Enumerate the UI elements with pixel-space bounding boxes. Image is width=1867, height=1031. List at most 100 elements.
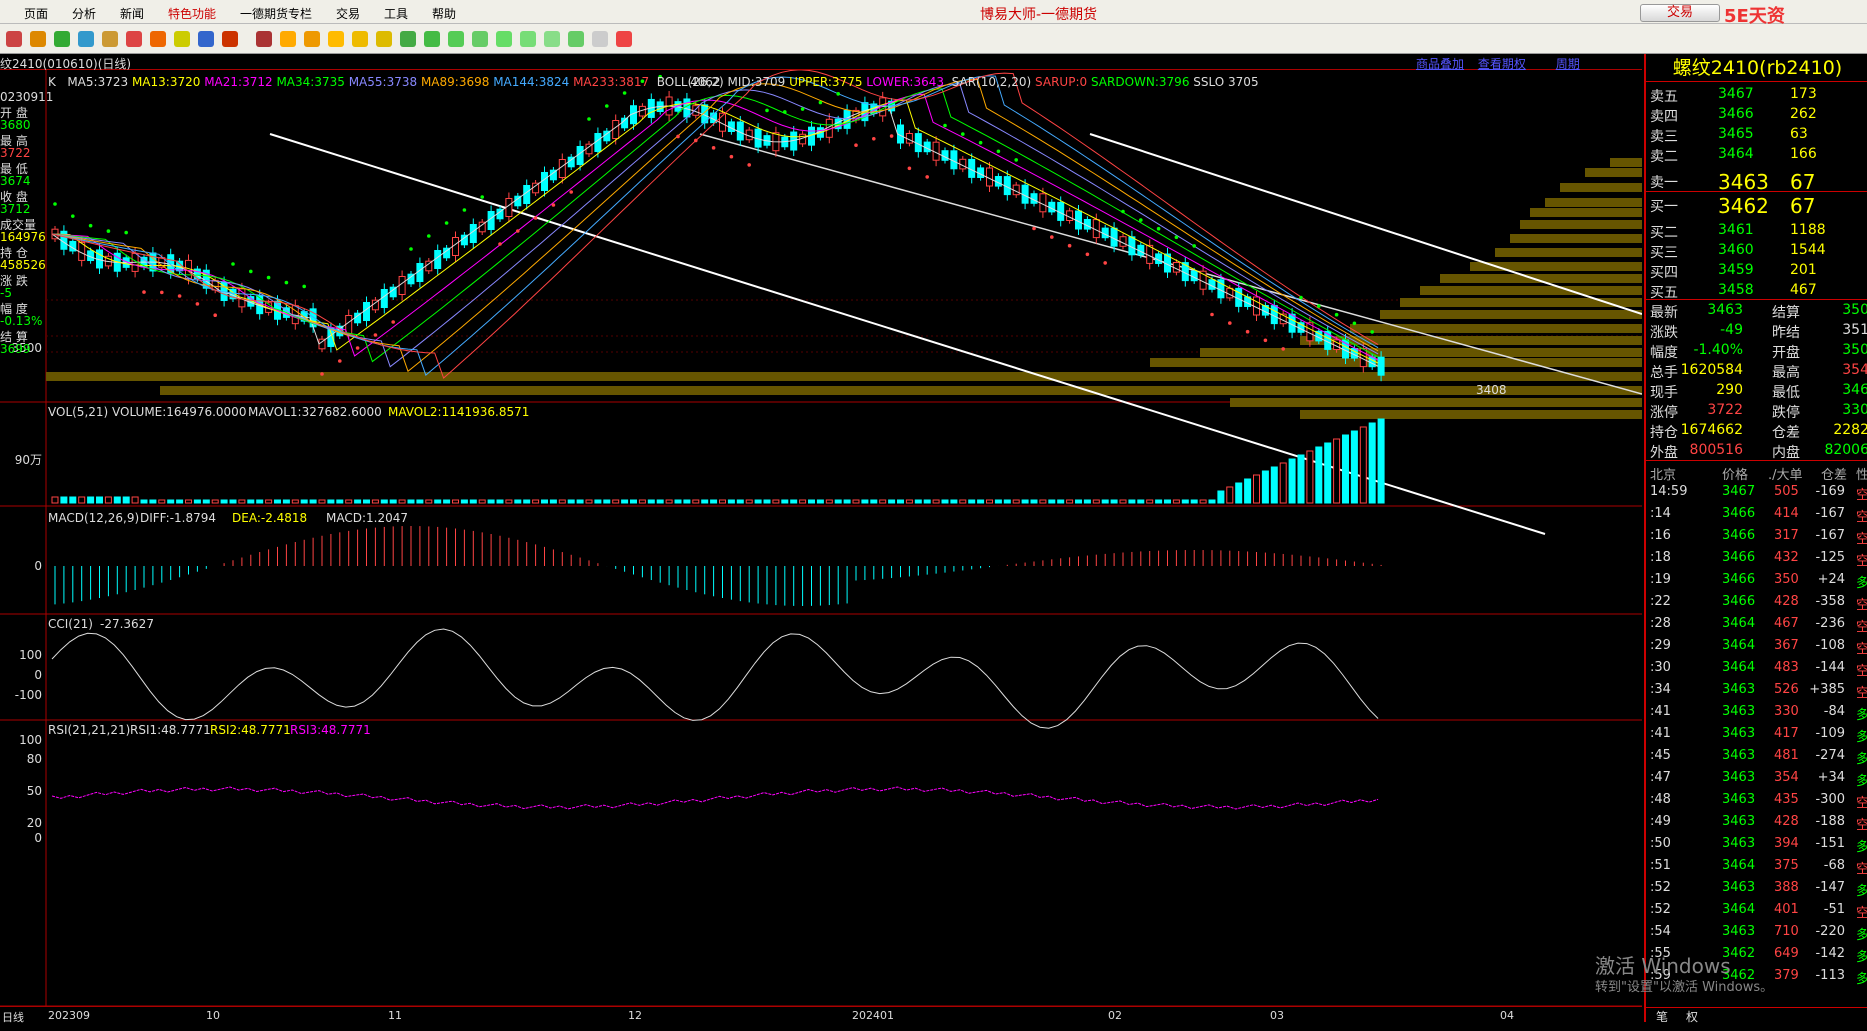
top-links: 商品叠加 查看期权 周期 <box>1416 55 1580 72</box>
menu-item-3[interactable]: 特色功能 <box>168 5 216 22</box>
tick-volume: 317 <box>1774 528 1799 543</box>
volume-bar <box>460 499 468 504</box>
tick-volume: 417 <box>1774 726 1799 741</box>
sar-dot <box>747 163 751 167</box>
toolbar-icon-22[interactable] <box>544 31 560 47</box>
toolbar-icon-9[interactable] <box>222 31 238 47</box>
sar-dot <box>943 123 947 128</box>
stat-label: 昨结 <box>1772 325 1800 341</box>
candle-body <box>487 211 495 230</box>
bid-volume: 67 <box>1790 194 1816 218</box>
toolbar-icon-23[interactable] <box>568 31 584 47</box>
sar-dot <box>605 104 609 108</box>
toolbar-icon-7[interactable] <box>174 31 190 47</box>
toolbar-icon-15[interactable] <box>376 31 392 47</box>
toolbar-icon-18[interactable] <box>448 31 464 47</box>
toolbar-icon-21[interactable] <box>520 31 536 47</box>
sar-dot <box>1156 226 1161 231</box>
toolbar-icon-13[interactable] <box>328 31 344 47</box>
sar-dot <box>925 175 929 179</box>
volume-bar <box>1039 499 1047 504</box>
sar-dot <box>302 284 307 289</box>
sar-dot <box>1281 347 1285 351</box>
ask-price: 3464 <box>1718 146 1754 162</box>
date-label: 03 <box>1270 1009 1284 1022</box>
menu-item-7[interactable]: 帮助 <box>432 5 456 22</box>
link-period[interactable]: 周期 <box>1556 57 1580 71</box>
stat-label: 外盘 <box>1650 445 1678 461</box>
toolbar-icon-24[interactable] <box>592 31 608 47</box>
tab-rights[interactable]: 权 <box>1686 1008 1698 1025</box>
volume-bar <box>1048 499 1056 504</box>
tab-trades[interactable]: 笔 <box>1656 1008 1668 1025</box>
tick-row: :30 3464 483 -144 空 <box>1646 658 1867 679</box>
menu-item-2[interactable]: 新闻 <box>120 5 144 22</box>
sar-dot <box>1299 295 1303 300</box>
candle-body <box>1377 356 1385 376</box>
bid-volume: 1544 <box>1790 242 1826 258</box>
toolbar-icon-1[interactable] <box>30 31 46 47</box>
volume-profile-bar <box>1200 348 1642 357</box>
stat-label: 结算 <box>1772 305 1800 321</box>
volume-bar <box>398 499 406 504</box>
toolbar-icon-3[interactable] <box>78 31 94 47</box>
volume-profile-bar <box>46 372 1642 381</box>
tick-price: 3464 <box>1722 638 1756 653</box>
link-overlay[interactable]: 商品叠加 <box>1416 57 1464 71</box>
tick-time: :28 <box>1650 616 1671 631</box>
toolbar-icon-5[interactable] <box>126 31 142 47</box>
toolbar-icon-25[interactable] <box>616 31 632 47</box>
volume-bar <box>1021 499 1029 504</box>
tick-price: 3463 <box>1722 726 1756 741</box>
toolbar-icon-19[interactable] <box>472 31 488 47</box>
vol-label: VOL(5,21) <box>48 405 108 419</box>
toolbar-icon-0[interactable] <box>6 31 22 47</box>
volume-bar <box>1226 486 1234 504</box>
volume-bar <box>131 496 139 504</box>
bid-row: 买一 3462 67 <box>1646 194 1867 218</box>
sar-dot <box>533 216 538 220</box>
toolbar-icon-8[interactable] <box>198 31 214 47</box>
volume-bar <box>1306 450 1314 504</box>
bid-row: 买四 3459 201 <box>1646 260 1867 281</box>
toolbar-icon-14[interactable] <box>352 31 368 47</box>
toolbar-icon-12[interactable] <box>304 31 320 47</box>
volume-profile-bar <box>160 386 1642 395</box>
sar-dot <box>622 91 627 95</box>
toolbar-icon-4[interactable] <box>102 31 118 47</box>
tick-diff: -167 <box>1815 506 1845 521</box>
chart-area[interactable]: 3500 4062 3408 VOL(5,21) VOLUME:164976.0000 M… <box>0 54 1643 1022</box>
date-label: 10 <box>206 1009 220 1022</box>
volume-bar <box>1110 499 1118 504</box>
toolbar-icon-2[interactable] <box>54 31 70 47</box>
volume-bar <box>816 499 824 504</box>
stat-value: 351 <box>1842 322 1867 338</box>
link-options[interactable]: 查看期权 <box>1478 57 1526 71</box>
ask-row: 卖五 3467 173 <box>1646 84 1867 105</box>
sar-dot <box>854 143 858 148</box>
toolbar-icon-17[interactable] <box>424 31 440 47</box>
ask-row: 卖一 3463 67 <box>1646 170 1867 194</box>
stat-value: 354 <box>1842 362 1867 378</box>
toolbar-icon-16[interactable] <box>400 31 416 47</box>
chart-canvas[interactable]: 350040623408VOL(5,21) VOLUME:164976.0000 M… <box>0 54 1643 1022</box>
menu-item-4[interactable]: 一德期货专栏 <box>240 5 312 22</box>
volume-bar <box>1155 499 1163 504</box>
toolbar-icon-6[interactable] <box>150 31 166 47</box>
volume-bar <box>621 499 629 504</box>
trade-button[interactable]: 交易 <box>1640 4 1720 22</box>
bid-row: 买二 3461 1188 <box>1646 220 1867 241</box>
sar-dot <box>462 208 467 212</box>
sar-dot <box>266 275 271 280</box>
toolbar-icon-10[interactable] <box>256 31 272 47</box>
volume-bar <box>959 499 967 504</box>
menu-item-0[interactable]: 页面 <box>24 5 48 22</box>
tick-type: 多 <box>1856 840 1867 855</box>
menu-item-6[interactable]: 工具 <box>384 5 408 22</box>
sar-dot <box>676 134 680 139</box>
menu-item-5[interactable]: 交易 <box>336 5 360 22</box>
cci-tick: -100 <box>15 688 42 702</box>
toolbar-icon-20[interactable] <box>496 31 512 47</box>
menu-item-1[interactable]: 分析 <box>72 5 96 22</box>
toolbar-icon-11[interactable] <box>280 31 296 47</box>
